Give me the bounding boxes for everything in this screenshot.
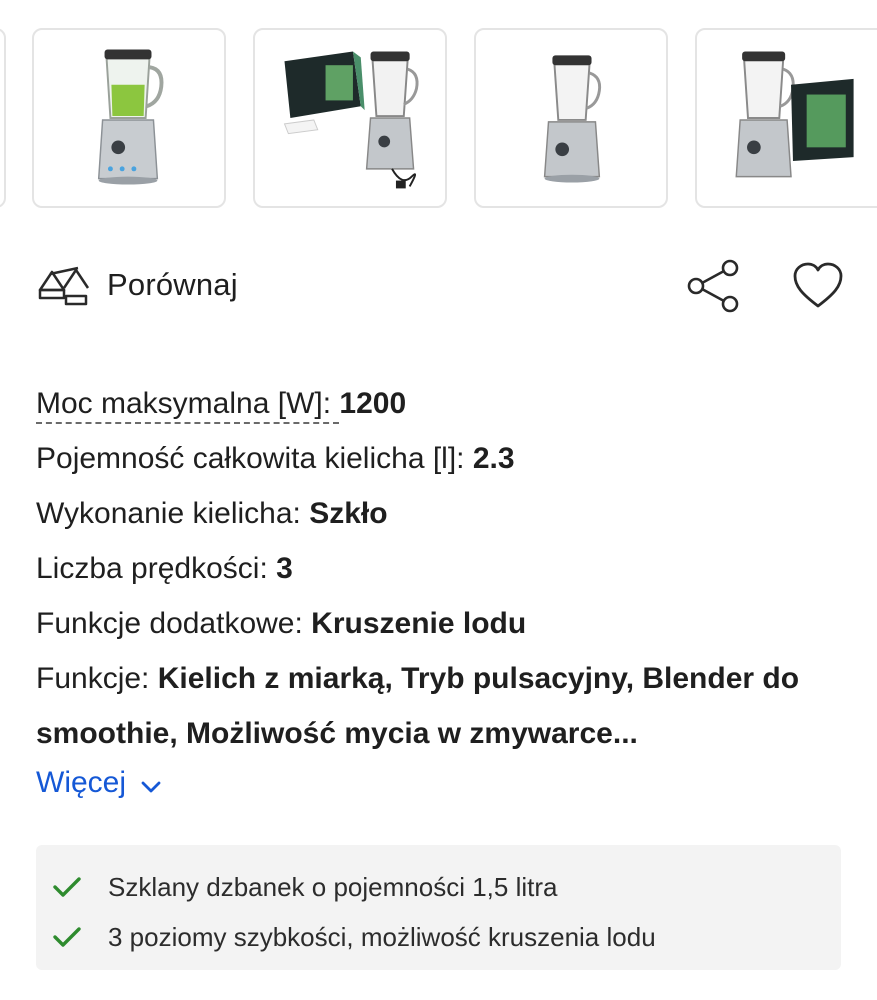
- spec-key: Liczba prędkości:: [36, 552, 277, 585]
- spec-key: Funkcje dodatkowe:: [36, 607, 312, 640]
- spec-extra-functions: Funkcje dodatkowe: Kruszenie lodu: [36, 596, 836, 651]
- compare-label: Porównaj: [107, 267, 238, 302]
- heart-icon[interactable]: [792, 262, 844, 310]
- check-icon: [53, 927, 81, 947]
- highlight-item: 3 poziomy szybkości, możliwość kruszenia…: [52, 917, 656, 957]
- spec-jar-material: Wykonanie kielicha: Szkło: [36, 486, 836, 541]
- highlight-text: Szklany dzbanek o pojemności 1,5 litra: [108, 871, 558, 902]
- spec-value: Szkło: [309, 497, 388, 530]
- spec-value: 1200: [339, 387, 407, 420]
- more-link[interactable]: Więcej: [36, 766, 162, 800]
- blender-image: [97, 49, 164, 185]
- thumbnail-gallery: [0, 28, 877, 208]
- spec-value: 2.3: [472, 442, 515, 475]
- chevron-down-icon: [141, 781, 161, 793]
- spec-value: Kruszenie lodu: [311, 607, 527, 640]
- thumbnail-2[interactable]: [253, 28, 447, 208]
- spec-key[interactable]: Moc maksymalna [W]:: [36, 387, 340, 424]
- thumbnail-3[interactable]: [474, 28, 668, 208]
- product-highlights: Szklany dzbanek o pojemności 1,5 litra 3…: [36, 845, 841, 970]
- thumbnail-1[interactable]: [32, 28, 226, 208]
- product-specs: Moc maksymalna [W]: 1200 Pojemność całko…: [36, 376, 836, 761]
- spec-key: Pojemność całkowita kielicha [l]:: [36, 442, 473, 475]
- spec-key: Funkcje:: [36, 662, 158, 695]
- more-label: Więcej: [36, 766, 127, 799]
- share-icon[interactable]: [684, 256, 744, 316]
- blender-with-box-image: [735, 51, 854, 178]
- blender-front-image: [543, 55, 602, 183]
- highlight-item: Szklany dzbanek o pojemności 1,5 litra: [52, 867, 557, 907]
- spec-value: 3: [276, 552, 293, 585]
- spec-key: Wykonanie kielicha:: [36, 497, 310, 530]
- spec-capacity: Pojemność całkowita kielicha [l]: 2.3: [36, 431, 836, 486]
- spec-speed-count: Liczba prędkości: 3: [36, 541, 836, 596]
- compare-button[interactable]: Porównaj: [36, 262, 238, 308]
- spec-max-power: Moc maksymalna [W]: 1200: [36, 376, 836, 431]
- check-icon: [53, 877, 81, 897]
- scales-icon: [38, 266, 90, 306]
- spec-functions: Funkcje: Kielich z miarką, Tryb pulsacyj…: [36, 651, 826, 761]
- highlight-text: 3 poziomy szybkości, możliwość kruszenia…: [108, 921, 656, 952]
- thumbnail-4[interactable]: [695, 28, 877, 208]
- thumbnail-previous-partial[interactable]: [0, 28, 6, 208]
- blender-with-box-image: [283, 51, 419, 189]
